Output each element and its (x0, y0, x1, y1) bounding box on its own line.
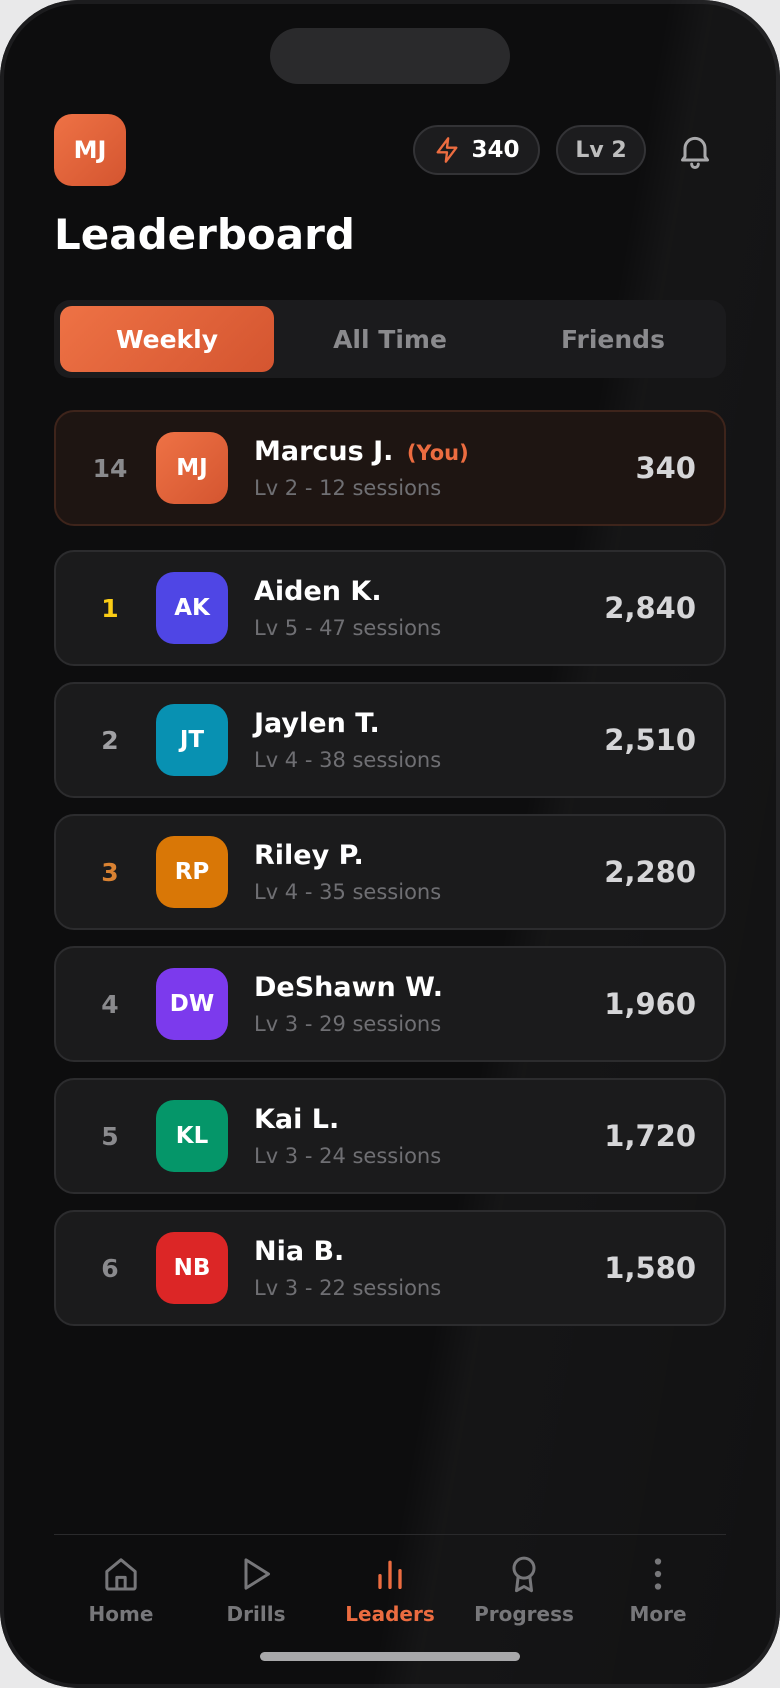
tab-bar: Weekly All Time Friends (54, 300, 726, 378)
player-name: Kai L. (254, 1104, 340, 1135)
nav-home[interactable]: Home (56, 1548, 186, 1638)
nav-label: Drills (226, 1602, 286, 1626)
nav-drills[interactable]: Drills (191, 1548, 321, 1638)
player-score: 2,280 (604, 855, 696, 889)
rank-number: 4 (101, 989, 119, 1019)
avatar: JT (156, 704, 228, 776)
rank-number: 14 (92, 453, 128, 483)
level-value: Lv 2 (575, 137, 627, 163)
avatar: DW (156, 968, 228, 1040)
leaderboard-row[interactable]: 3 RP Riley P. Lv 4 - 35 sessions 2,280 (54, 814, 726, 930)
avatar: NB (156, 1232, 228, 1304)
player-subtitle: Lv 5 - 47 sessions (254, 616, 442, 640)
rank-number: 1 (101, 593, 119, 623)
home-indicator[interactable] (260, 1652, 520, 1661)
level-badge[interactable]: Lv 2 (556, 125, 646, 175)
tab-all-time[interactable]: All Time (283, 306, 497, 372)
nav-more[interactable]: More (593, 1548, 723, 1638)
player-subtitle: Lv 2 - 12 sessions (254, 476, 442, 500)
player-subtitle: Lv 3 - 29 sessions (254, 1012, 442, 1036)
avatar: KL (156, 1100, 228, 1172)
avatar: AK (156, 572, 228, 644)
leaderboard-row[interactable]: 6 NB Nia B. Lv 3 - 22 sessions 1,580 (54, 1210, 726, 1326)
nav-label: Leaders (345, 1602, 435, 1626)
player-score: 2,840 (604, 591, 696, 625)
leaderboard-row[interactable]: 4 DW DeShawn W. Lv 3 - 29 sessions 1,960 (54, 946, 726, 1062)
player-subtitle: Lv 3 - 22 sessions (254, 1276, 442, 1300)
nav-progress[interactable]: Progress (459, 1548, 589, 1638)
player-score: 340 (635, 451, 696, 485)
tab-weekly[interactable]: Weekly (60, 306, 274, 372)
rank-number: 6 (101, 1253, 119, 1283)
current-user-row[interactable]: 14 MJ Marcus J. (You) Lv 2 - 12 sessions… (54, 410, 726, 526)
nav-label: More (629, 1602, 687, 1626)
bell-icon[interactable] (675, 130, 715, 170)
avatar: MJ (156, 432, 228, 504)
player-score: 1,960 (604, 987, 696, 1021)
leaderboard-row[interactable]: 2 JT Jaylen T. Lv 4 - 38 sessions 2,510 (54, 682, 726, 798)
player-name-text: Marcus J. (254, 436, 394, 467)
tab-friends[interactable]: Friends (506, 306, 720, 372)
avatar: RP (156, 836, 228, 908)
bar-chart-icon (378, 1560, 402, 1589)
rank-number: 3 (101, 857, 119, 887)
player-subtitle: Lv 4 - 35 sessions (254, 880, 442, 904)
player-subtitle: Lv 3 - 24 sessions (254, 1144, 442, 1168)
profile-avatar[interactable]: MJ (54, 114, 126, 186)
player-name: Nia B. (254, 1236, 345, 1267)
nav-label: Home (88, 1602, 154, 1626)
page-title: Leaderboard (54, 210, 355, 259)
player-name: Aiden K. (254, 576, 382, 607)
player-score: 1,580 (604, 1251, 696, 1285)
dynamic-island (270, 28, 510, 84)
xp-value: 340 (471, 137, 520, 163)
player-score: 2,510 (604, 723, 696, 757)
nav-label: Progress (474, 1602, 574, 1626)
player-score: 1,720 (604, 1119, 696, 1153)
player-name: Marcus J. (You) (254, 436, 469, 467)
xp-badge[interactable]: 340 (413, 125, 540, 175)
leaderboard-row[interactable]: 1 AK Aiden K. Lv 5 - 47 sessions 2,840 (54, 550, 726, 666)
play-icon (244, 1558, 270, 1590)
more-vertical-icon (654, 1558, 662, 1590)
leaderboard-row[interactable]: 5 KL Kai L. Lv 3 - 24 sessions 1,720 (54, 1078, 726, 1194)
nav-leaders[interactable]: Leaders (325, 1548, 455, 1638)
phone-screen: MJ 340 Lv 2 Leaderboard Weekly All Time … (0, 0, 780, 1688)
player-name: DeShawn W. (254, 972, 444, 1003)
bolt-icon (436, 137, 458, 163)
award-icon (512, 1556, 536, 1593)
player-name: Riley P. (254, 840, 364, 871)
player-name: Jaylen T. (254, 708, 380, 739)
nav-divider (54, 1534, 726, 1535)
you-label: (You) (406, 441, 469, 465)
player-subtitle: Lv 4 - 38 sessions (254, 748, 442, 772)
home-icon (105, 1558, 137, 1591)
rank-number: 2 (101, 725, 119, 755)
rank-number: 5 (101, 1121, 119, 1151)
